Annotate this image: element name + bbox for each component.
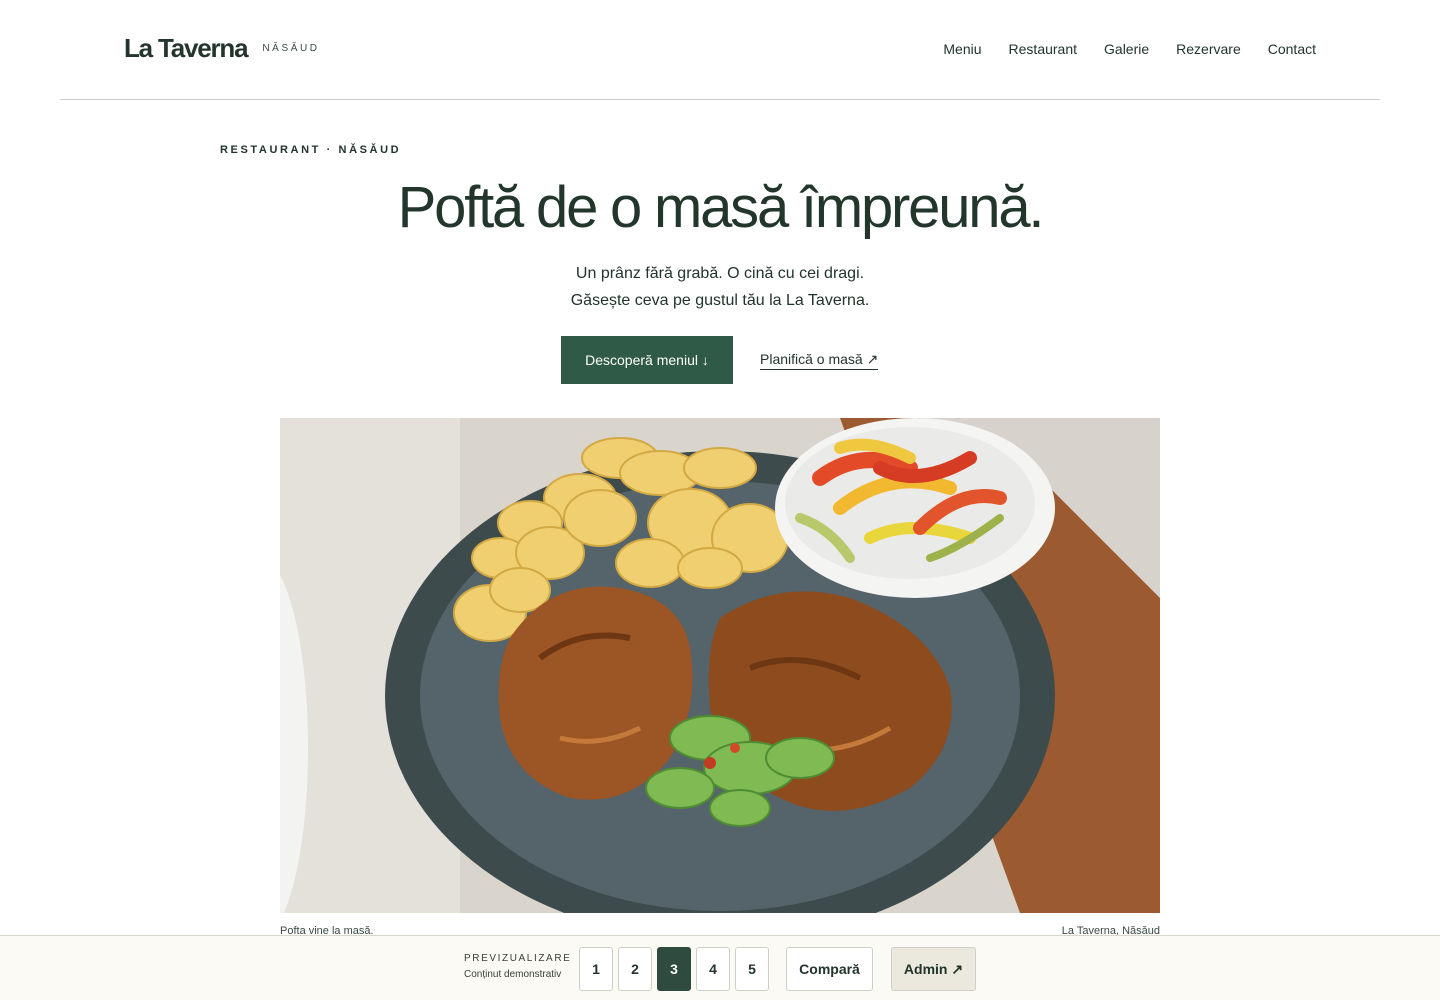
preview-page-switcher: 1 2 3 4 5 <box>579 947 769 991</box>
nav-link-restaurant[interactable]: Restaurant <box>1009 41 1077 57</box>
preview-bar: PREVIZUALIZARE Conținut demonstrativ 1 2… <box>0 935 1440 1000</box>
preview-page-4-button[interactable]: 4 <box>696 947 730 991</box>
preview-title: PREVIZUALIZARE <box>464 953 572 964</box>
brand-location: NĂSĂUD <box>262 43 320 54</box>
nav-link-galerie[interactable]: Galerie <box>1104 41 1149 57</box>
preview-page-1-button[interactable]: 1 <box>579 947 613 991</box>
site-header: La Taverna NĂSĂUD Meniu Restaurant Galer… <box>60 0 1380 100</box>
hero-eyebrow: RESTAURANT · NĂSĂUD <box>220 144 402 156</box>
hero-title: Poftă de o masă împreună. <box>397 175 1045 240</box>
preview-page-3-button[interactable]: 3 <box>657 947 691 991</box>
preview-page-2-button[interactable]: 2 <box>618 947 652 991</box>
admin-button[interactable]: Admin ↗ <box>891 947 976 991</box>
brand-logo[interactable]: La Taverna NĂSĂUD <box>124 33 320 64</box>
hero-subtitle: Un prânz fără grabă. O cină cu cei dragi… <box>0 260 1440 314</box>
preview-label: PREVIZUALIZARE Conținut demonstrativ <box>464 953 571 980</box>
nav-link-meniu[interactable]: Meniu <box>943 41 981 57</box>
hero-food-photo <box>280 418 1160 913</box>
plan-meal-link[interactable]: Planifică o masă ↗ <box>760 351 879 370</box>
compare-button[interactable]: Compară <box>786 947 873 991</box>
nav-link-contact[interactable]: Contact <box>1268 41 1316 57</box>
preview-page-5-button[interactable]: 5 <box>735 947 769 991</box>
main-nav: Meniu Restaurant Galerie Rezervare Conta… <box>943 41 1316 57</box>
hero-subtitle-line-1: Un prânz fără grabă. O cină cu cei dragi… <box>575 265 865 282</box>
discover-menu-button[interactable]: Descoperă meniul ↓ <box>561 336 733 384</box>
food-plate-illustration <box>280 418 1160 913</box>
hero-subtitle-line-2: Găsește ceva pe gustul tău la La Taverna… <box>570 292 870 309</box>
hero-cta-row: Descoperă meniul ↓ Planifică o masă ↗ <box>561 336 879 384</box>
brand-name: La Taverna <box>124 33 249 63</box>
preview-subtitle: Conținut demonstrativ <box>464 969 562 980</box>
nav-link-rezervare[interactable]: Rezervare <box>1176 41 1241 57</box>
